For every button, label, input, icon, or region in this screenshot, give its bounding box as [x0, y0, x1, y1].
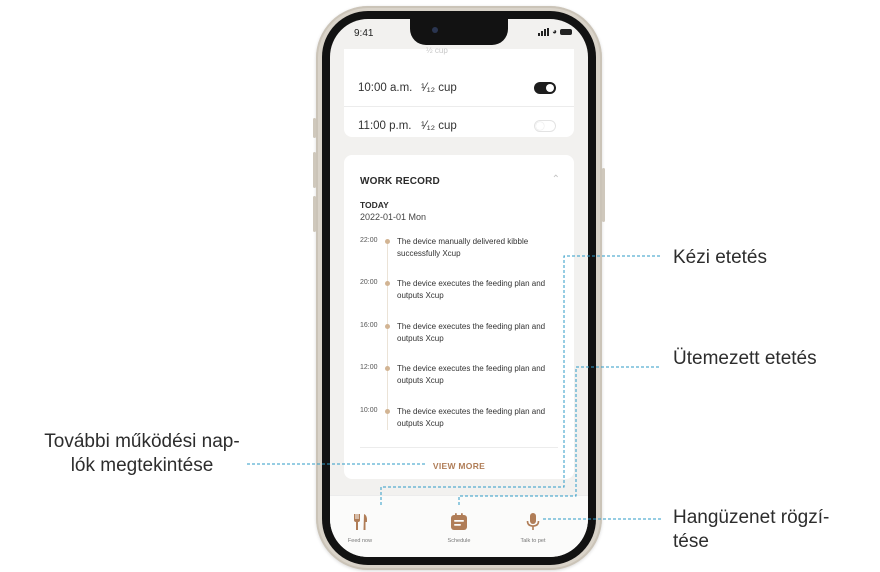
callout-manual-feeding: Kézi etetés — [673, 247, 767, 268]
tab-talk-to-pet[interactable]: Talk to pet — [503, 512, 563, 544]
divider — [360, 447, 558, 448]
schedule-amount: ¹⁄₁₂ cup — [421, 81, 457, 94]
tab-feed-now[interactable]: Feed now — [330, 512, 390, 544]
schedule-toggle-on[interactable] — [534, 81, 556, 94]
timeline-text: The device executes the feeding plan and… — [397, 322, 546, 343]
status-time: 9:41 — [354, 28, 374, 39]
mute-switch — [313, 118, 316, 138]
timeline-entry: 22:00 The device manually delivered kibb… — [344, 237, 574, 267]
timeline-entry: 16:00 The device executes the feeding pl… — [344, 322, 574, 352]
tab-label: Talk to pet — [520, 538, 546, 544]
callout-more-logs-line2: lók megtekintése — [70, 455, 214, 476]
schedule-row: 11:00 p.m. ¹⁄₁₂ cup — [344, 108, 574, 144]
timeline-time: 10:00 — [360, 407, 378, 414]
microphone-icon — [526, 513, 540, 530]
timeline-time: 16:00 — [360, 322, 378, 329]
fork-knife-icon — [354, 514, 367, 530]
schedule-time: 11:00 p.m. — [358, 120, 412, 132]
timeline-time: 12:00 — [360, 364, 378, 371]
wifi-icon: ◕ — [552, 27, 557, 36]
timeline-time: 22:00 — [360, 237, 378, 244]
timeline-dot — [385, 239, 390, 244]
timeline-dot — [385, 324, 390, 329]
timeline-entry: 12:00 The device executes the feeding pl… — [344, 364, 574, 394]
timeline-text: The device executes the feeding plan and… — [397, 407, 546, 428]
status-icons: ◕ — [538, 28, 572, 36]
cellular-signal-icon — [538, 28, 550, 36]
callout-scheduled-feeding: Ütemezett etetés — [673, 348, 817, 369]
power-button — [602, 168, 605, 222]
day-label: TODAY — [360, 200, 389, 210]
callout-voice-record-line1: Hangüzenet rögzí- — [673, 507, 830, 528]
timeline-dot — [385, 409, 390, 414]
timeline-dot — [385, 366, 390, 371]
battery-icon — [560, 29, 572, 35]
notch — [410, 19, 508, 45]
schedule-row: 10:00 a.m. ¹⁄₁₂ cup — [344, 69, 574, 107]
timeline-dot — [385, 281, 390, 286]
volume-down-button — [313, 196, 316, 232]
phone-screen: 9:41 ◕ 10:00 a.m. ¹⁄₁₂ cup 11:00 p.m. ¹⁄… — [330, 19, 588, 557]
schedule-toggle-off[interactable] — [534, 120, 556, 132]
callout-more-logs: További működési nap- lók megtekintése — [4, 430, 280, 478]
schedule-time: 10:00 a.m. — [358, 81, 413, 94]
timeline-time: 20:00 — [360, 279, 378, 286]
schedule-peek-amount: ½ cup — [426, 46, 448, 55]
front-camera — [432, 27, 438, 33]
date-label: 2022-01-01 Mon — [360, 212, 427, 222]
callout-more-logs-line1: További működési nap- — [44, 431, 240, 452]
timeline-text: The device executes the feeding plan and… — [397, 279, 546, 300]
schedule-card: 10:00 a.m. ¹⁄₁₂ cup 11:00 p.m. ¹⁄₁₂ cup — [344, 49, 574, 137]
timeline-entry: 20:00 The device executes the feeding pl… — [344, 279, 574, 309]
schedule-amount: ¹⁄₁₂ cup — [421, 120, 457, 132]
timeline-text: The device executes the feeding plan and… — [397, 364, 546, 385]
chevron-up-icon[interactable]: ⌃ — [552, 174, 560, 185]
timeline-entry: 10:00 The device executes the feeding pl… — [344, 407, 574, 437]
callout-voice-record-line2: tése — [673, 531, 709, 552]
timeline-text: The device manually delivered kibble suc… — [397, 237, 529, 258]
schedule-icon — [451, 513, 467, 530]
callout-voice-record: Hangüzenet rögzí- tése — [673, 506, 829, 554]
view-more-button[interactable]: VIEW MORE — [344, 461, 574, 471]
volume-up-button — [313, 152, 316, 188]
tab-label: Schedule — [447, 538, 471, 544]
work-record-title: WORK RECORD — [360, 176, 440, 187]
tab-schedule[interactable]: Schedule — [429, 512, 489, 544]
tab-label: Feed now — [347, 538, 373, 544]
tab-bar: Feed now Schedule Talk to pet — [330, 495, 588, 557]
work-record-card: WORK RECORD ⌃ TODAY 2022-01-01 Mon 22:00… — [344, 155, 574, 479]
